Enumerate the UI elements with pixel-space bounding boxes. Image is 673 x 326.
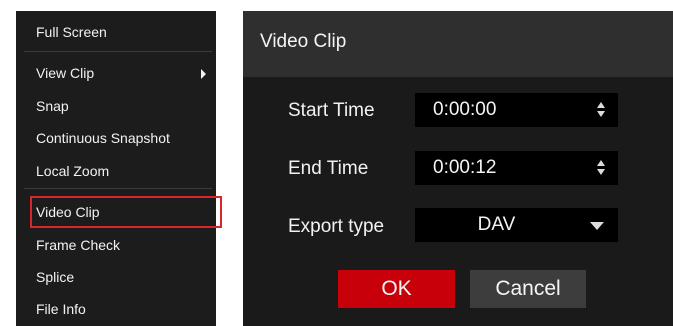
menu-item-view-clip[interactable]: View Clip xyxy=(16,58,216,88)
menu-item-full-screen[interactable]: Full Screen xyxy=(16,17,216,47)
ok-button[interactable]: OK xyxy=(338,270,455,308)
menu-item-label: Snap xyxy=(36,98,69,114)
dialog-title: Video Clip xyxy=(260,31,347,52)
export-type-select[interactable]: DAV xyxy=(415,208,618,242)
end-time-value: 0:00:12 xyxy=(433,157,497,178)
menu-item-label: Frame Check xyxy=(36,237,121,253)
menu-item-local-zoom[interactable]: Local Zoom xyxy=(16,156,216,186)
menu-divider xyxy=(24,188,212,189)
spinner-arrows-icon[interactable] xyxy=(596,101,606,119)
spinner-down-icon[interactable] xyxy=(597,111,605,117)
menu-item-snap[interactable]: Snap xyxy=(16,91,216,121)
menu-item-label: Local Zoom xyxy=(36,163,110,179)
context-menu: Full Screen View Clip Snap Continuous Sn… xyxy=(16,11,222,326)
menu-item-label: View Clip xyxy=(36,65,95,81)
start-time-value: 0:00:00 xyxy=(433,99,497,120)
submenu-arrow-icon xyxy=(201,69,206,79)
video-clip-dialog: Video Clip Start Time 0:00:00 End Time 0… xyxy=(243,11,673,326)
menu-item-label: Splice xyxy=(36,269,75,285)
export-type-value: DAV xyxy=(477,214,516,235)
spinner-arrows-icon[interactable] xyxy=(596,159,606,177)
dialog-header: Video Clip xyxy=(243,11,673,77)
spinner-down-icon[interactable] xyxy=(597,169,605,175)
menu-item-video-clip[interactable]: Video Clip xyxy=(30,196,222,228)
menu-item-splice[interactable]: Splice xyxy=(16,262,216,292)
spinner-up-icon[interactable] xyxy=(597,102,605,108)
menu-item-label: Full Screen xyxy=(36,24,107,40)
menu-item-continuous-snapshot[interactable]: Continuous Snapshot xyxy=(16,123,216,153)
cancel-button[interactable]: Cancel xyxy=(470,270,586,308)
end-time-label: End Time xyxy=(288,158,369,179)
spinner-up-icon[interactable] xyxy=(597,160,605,166)
menu-item-file-info[interactable]: File Info xyxy=(16,294,216,324)
menu-item-label: Video Clip xyxy=(36,204,100,220)
dropdown-caret-icon[interactable] xyxy=(590,222,604,230)
menu-item-label: Continuous Snapshot xyxy=(36,130,170,146)
start-time-label: Start Time xyxy=(288,100,375,121)
menu-item-frame-check[interactable]: Frame Check xyxy=(16,230,216,260)
end-time-input[interactable]: 0:00:12 xyxy=(415,151,618,185)
start-time-input[interactable]: 0:00:00 xyxy=(415,93,618,127)
menu-item-label: File Info xyxy=(36,301,86,317)
export-type-label: Export type xyxy=(288,216,385,237)
menu-divider xyxy=(24,51,212,52)
